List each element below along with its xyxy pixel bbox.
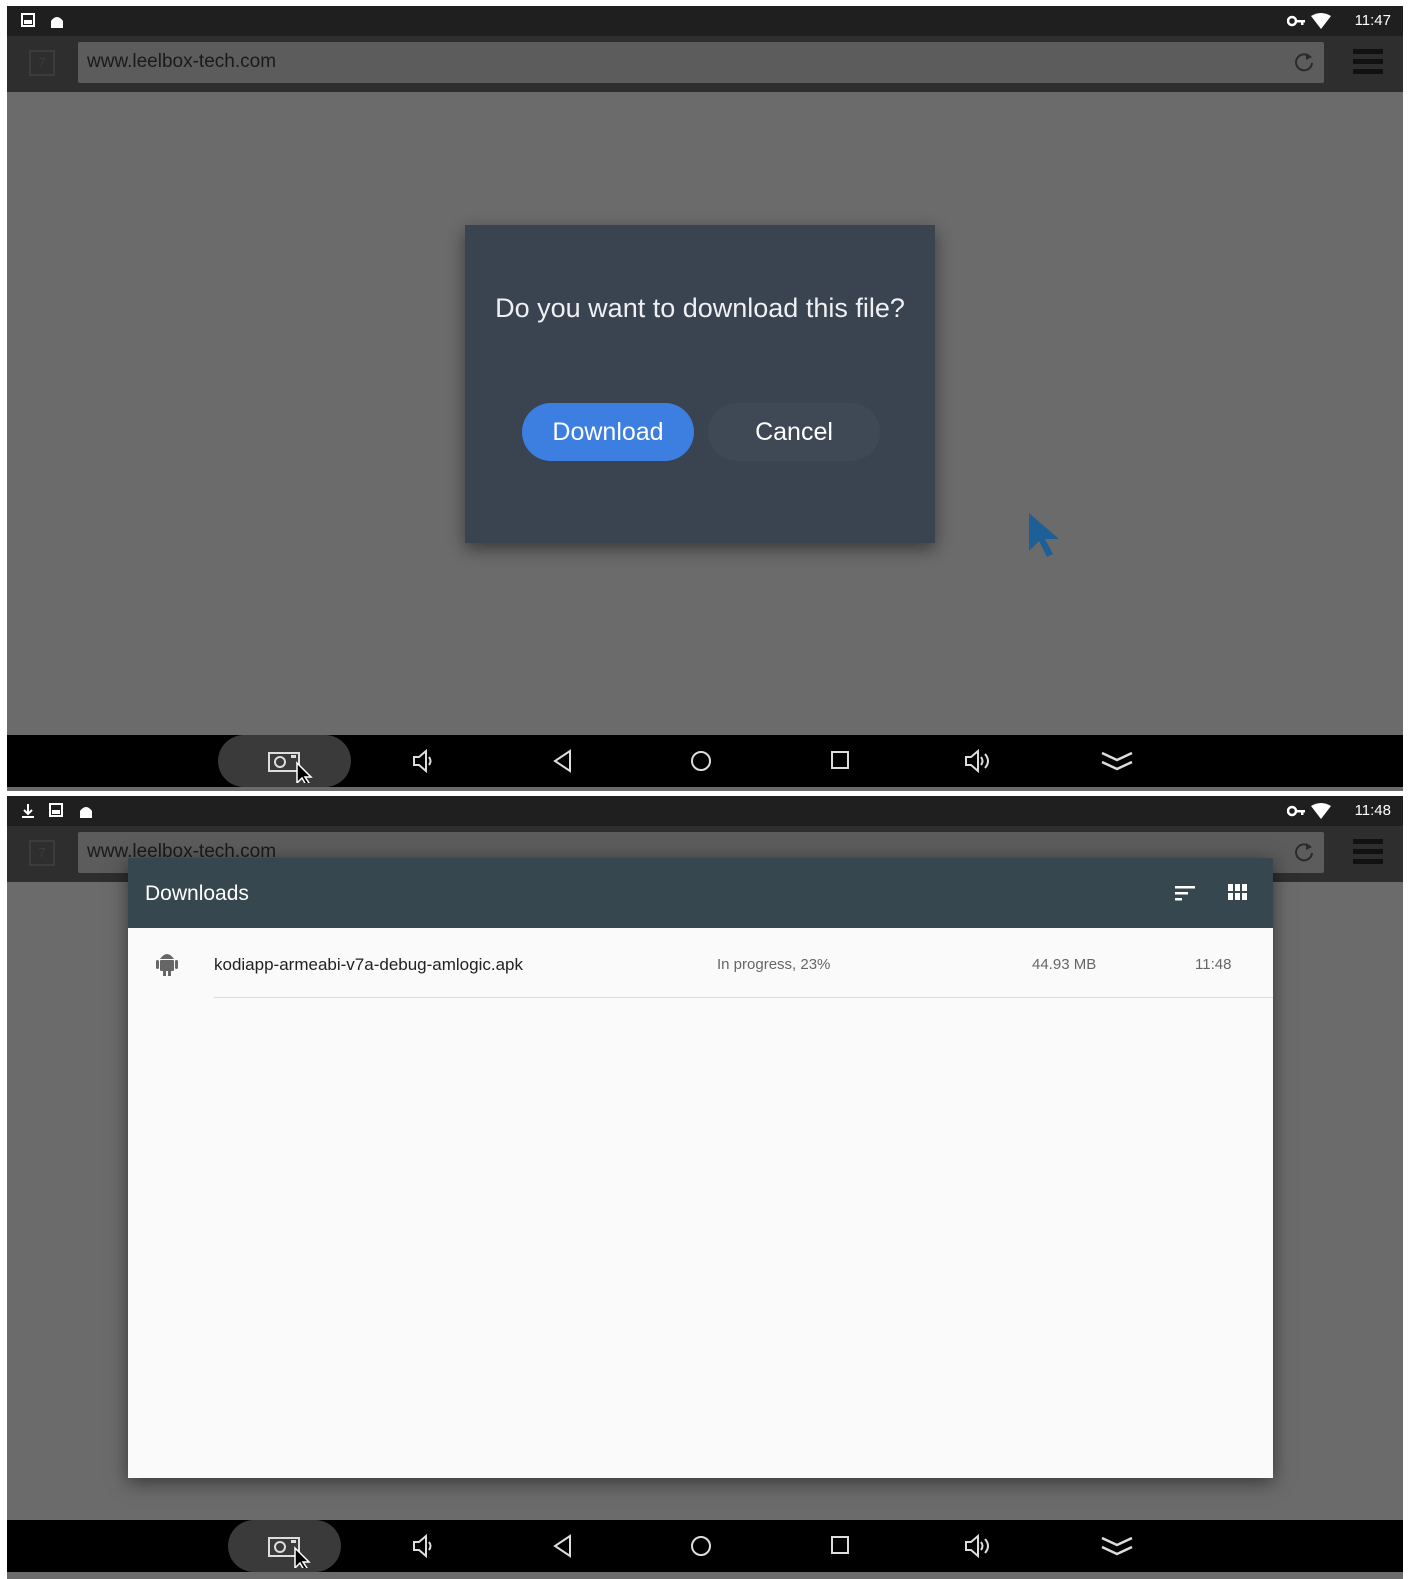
tab-switcher-button[interactable]: 7 [29, 50, 55, 76]
volume-up-icon[interactable] [964, 1534, 994, 1558]
screenshot-icon[interactable] [267, 1534, 313, 1568]
volume-up-icon[interactable] [964, 749, 994, 773]
browser-toolbar: 7 www.leelbox-tech.com [7, 36, 1403, 92]
status-time: 11:48 [1354, 802, 1391, 819]
download-file-name: kodiapp-armeabi-v7a-debug-amlogic.apk [214, 955, 524, 974]
grid-view-icon[interactable] [1228, 884, 1248, 900]
image-icon [49, 803, 63, 817]
collapse-icon[interactable] [1100, 1534, 1134, 1558]
collapse-icon[interactable] [1100, 749, 1134, 773]
tab-switcher-button[interactable]: 7 [29, 840, 55, 866]
download-confirm-dialog: Do you want to download this file? Downl… [465, 225, 935, 543]
vpn-key-icon [1287, 805, 1305, 817]
status-time: 11:47 [1354, 12, 1391, 29]
wifi-icon [1311, 13, 1331, 29]
recents-icon[interactable] [829, 749, 851, 771]
screenshot-icon[interactable] [267, 749, 313, 783]
vpn-key-icon [1287, 15, 1305, 27]
download-button[interactable]: Download [522, 403, 694, 461]
back-icon[interactable] [552, 1534, 574, 1558]
downloads-panel: Downloads kodiapp-armeabi-v7a-debug-amlo… [128, 858, 1273, 1478]
downloads-header: Downloads [128, 858, 1273, 928]
download-size: 44.93 MB [1032, 956, 1097, 973]
row-divider [214, 997, 1273, 998]
volume-down-icon[interactable] [412, 1534, 436, 1558]
menu-icon[interactable] [1353, 838, 1383, 866]
menu-icon[interactable] [1353, 48, 1383, 76]
cancel-button[interactable]: Cancel [708, 403, 880, 461]
back-icon[interactable] [552, 749, 574, 773]
mouse-cursor-icon [1029, 513, 1059, 557]
sort-icon[interactable] [1175, 884, 1197, 902]
image-icon [21, 13, 35, 27]
download-list-item[interactable]: kodiapp-armeabi-v7a-debug-amlogic.apk In… [128, 928, 1273, 998]
downloads-title: Downloads [145, 882, 249, 905]
reload-icon[interactable] [1292, 50, 1316, 74]
download-status: In progress, 23% [717, 956, 831, 973]
volume-down-icon[interactable] [412, 749, 436, 773]
recents-icon[interactable] [829, 1534, 851, 1556]
dialog-message: Do you want to download this file? [495, 293, 905, 323]
navigation-bar [7, 1520, 1403, 1572]
download-icon [22, 804, 34, 818]
navigation-bar [7, 735, 1403, 787]
url-text: www.leelbox-tech.com [87, 51, 277, 72]
android-app-icon [156, 954, 178, 976]
home-icon[interactable] [689, 749, 713, 773]
url-bar[interactable]: www.leelbox-tech.com [78, 42, 1324, 83]
download-time: 11:48 [1195, 956, 1232, 973]
screenshot-browser-dialog: 11:47 7 www.leelbox-tech.com Do you want… [7, 6, 1403, 791]
wifi-icon [1311, 803, 1331, 819]
home-icon[interactable] [689, 1534, 713, 1558]
status-bar: 11:47 [7, 6, 1403, 36]
android-icon [51, 17, 63, 28]
screenshot-downloads: 11:48 7 www.leelbox-tech.com Downloads k… [7, 796, 1403, 1579]
android-icon [80, 807, 92, 818]
status-bar: 11:48 [7, 796, 1403, 826]
reload-icon[interactable] [1292, 840, 1316, 864]
